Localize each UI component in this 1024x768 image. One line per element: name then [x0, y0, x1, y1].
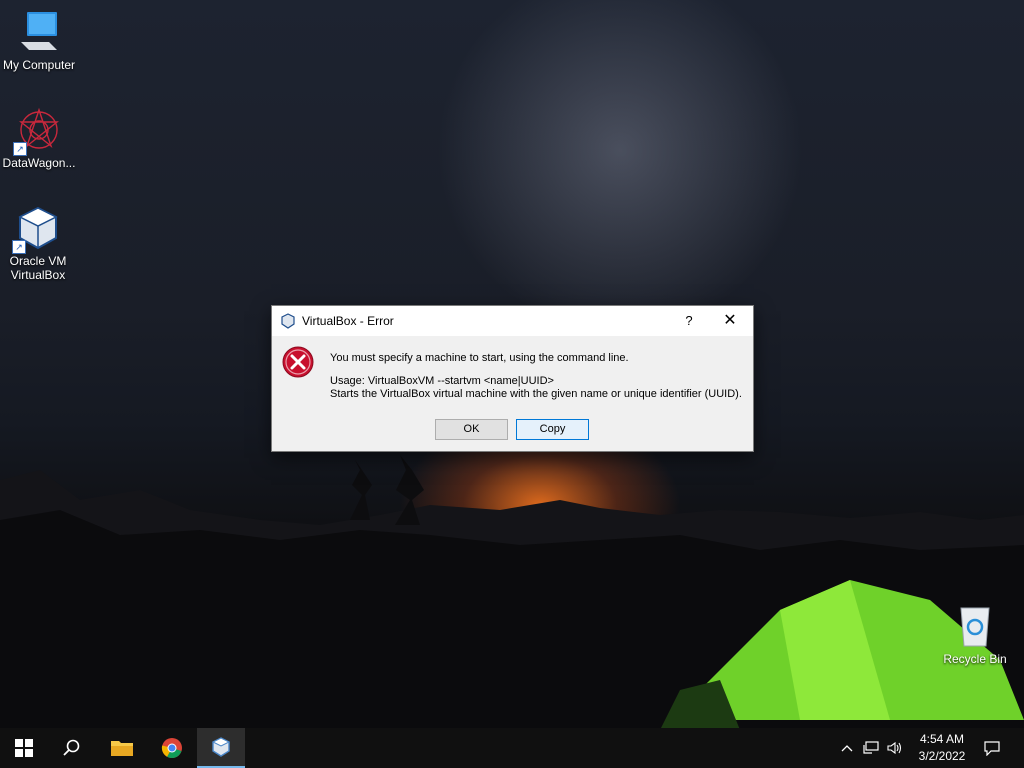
windows-logo-icon [15, 739, 33, 757]
show-hidden-icons-button[interactable] [838, 728, 856, 768]
start-button[interactable] [0, 728, 48, 768]
file-explorer-button[interactable] [98, 728, 146, 768]
computer-icon [15, 8, 63, 56]
desktop-icon-my-computer[interactable]: My Computer [1, 8, 77, 72]
error-icon [282, 346, 314, 378]
virtualbox-icon [280, 313, 296, 329]
search-button[interactable] [48, 728, 96, 768]
clock-date: 3/2/2022 [918, 749, 966, 763]
chrome-button[interactable] [148, 728, 196, 768]
volume-button[interactable] [884, 728, 906, 768]
network-icon [863, 741, 879, 754]
chevron-up-icon [841, 745, 853, 752]
dialog-titlebar[interactable]: VirtualBox - Error ? ✕ [272, 306, 753, 336]
copy-button[interactable]: Copy [516, 419, 589, 440]
shortcut-arrow-icon: ↗ [12, 240, 26, 254]
taskbar: 4:54 AM 3/2/2022 [0, 728, 1024, 768]
notification-icon [984, 740, 1000, 756]
chrome-icon [161, 738, 182, 759]
ok-button[interactable]: OK [435, 419, 508, 440]
desktop-icon-label: DataWagon... [2, 156, 76, 170]
clock[interactable]: 4:54 AM 3/2/2022 [910, 731, 974, 765]
desktop-icon-label: My Computer [2, 58, 76, 72]
desktop-icon-label-line2: VirtualBox [10, 268, 66, 282]
dialog-message: You must specify a machine to start, usi… [330, 352, 742, 401]
search-icon [63, 739, 80, 756]
virtualbox-taskbar-button[interactable] [197, 728, 245, 768]
dialog-title: VirtualBox - Error [302, 314, 394, 328]
close-button[interactable]: ✕ [707, 306, 753, 336]
error-dialog: VirtualBox - Error ? ✕ You must specify … [271, 305, 754, 452]
virtualbox-icon [211, 737, 231, 757]
desktop-icon-recycle-bin[interactable]: Recycle Bin [937, 602, 1013, 666]
recycle-bin-icon [951, 602, 999, 650]
error-message: You must specify a machine to start, usi… [330, 352, 629, 364]
clock-time: 4:54 AM [919, 732, 965, 746]
network-button[interactable] [860, 728, 882, 768]
folder-icon [111, 741, 133, 756]
volume-icon [887, 741, 902, 755]
desktop-icon-oracle-vm-virtualbox[interactable]: ↗ Oracle VM VirtualBox [0, 204, 76, 282]
desktop-icon-label: Recycle Bin [943, 652, 1007, 666]
usage-text: Usage: VirtualBoxVM --startvm <name|UUID… [330, 375, 554, 387]
usage-description: Starts the VirtualBox virtual machine wi… [330, 388, 742, 400]
help-button[interactable]: ? [675, 306, 703, 336]
shortcut-arrow-icon: ↗ [13, 142, 27, 156]
virtualbox-icon: ↗ [12, 204, 62, 254]
datawagon-icon: ↗ [13, 106, 63, 156]
action-center-button[interactable] [978, 728, 1006, 768]
desktop-icon-label-line1: Oracle VM [9, 254, 67, 268]
desktop-icon-datawagon[interactable]: ↗ DataWagon... [1, 106, 77, 170]
